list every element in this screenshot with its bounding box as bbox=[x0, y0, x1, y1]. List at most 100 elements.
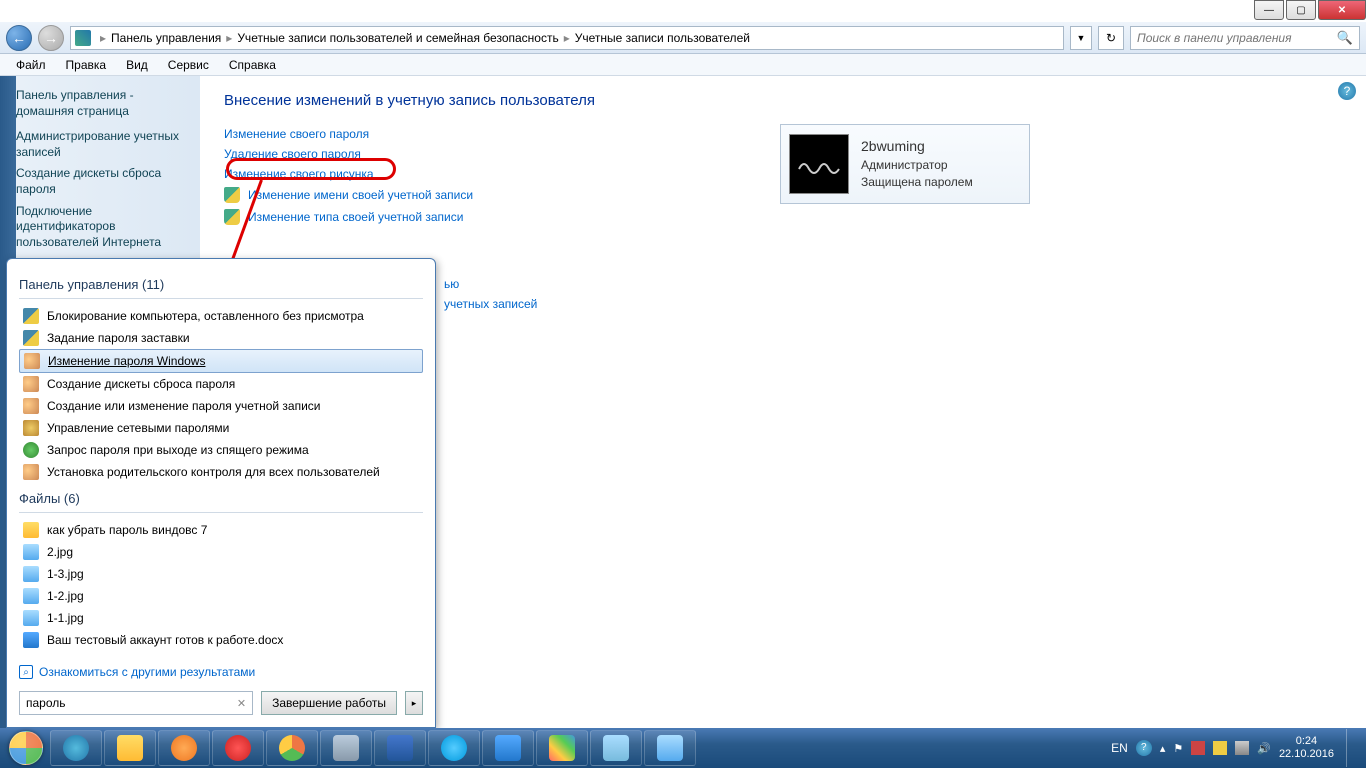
tray-icon[interactable] bbox=[1191, 741, 1205, 755]
start-file-label: как убрать пароль виндовс 7 bbox=[47, 523, 207, 537]
shutdown-button[interactable]: Завершение работы bbox=[261, 691, 397, 715]
taskbar-chrome[interactable] bbox=[266, 730, 318, 766]
chrome-icon bbox=[279, 735, 305, 761]
show-desktop-button[interactable] bbox=[1346, 729, 1356, 767]
shutdown-menu-arrow[interactable]: ▸ bbox=[405, 691, 423, 715]
start-result-item[interactable]: Создание или изменение пароля учетной за… bbox=[19, 395, 423, 417]
paint-icon bbox=[549, 735, 575, 761]
search-box[interactable]: 🔍 bbox=[1130, 26, 1360, 50]
help-icon[interactable]: ? bbox=[1338, 82, 1356, 100]
start-result-label: Управление сетевыми паролями bbox=[47, 421, 229, 435]
start-result-label: Изменение пароля Windows bbox=[48, 354, 205, 368]
sidebar-header[interactable]: Панель управления - домашняя страница bbox=[16, 88, 190, 119]
start-file-item[interactable]: 1-2.jpg bbox=[19, 585, 423, 607]
address-dropdown[interactable]: ▼ bbox=[1070, 26, 1092, 50]
page-title: Внесение изменений в учетную запись поль… bbox=[224, 92, 1342, 109]
task-link[interactable]: Изменение своего рисунка bbox=[224, 167, 374, 181]
start-result-item[interactable]: Создание дискеты сброса пароля bbox=[19, 373, 423, 395]
explorer-icon bbox=[117, 735, 143, 761]
more-results-link[interactable]: Ознакомиться с другими результатами bbox=[39, 665, 255, 679]
taskbar-opera[interactable] bbox=[212, 730, 264, 766]
start-section-header: Файлы (6) bbox=[19, 491, 423, 506]
img-icon bbox=[23, 566, 39, 582]
maximize-button[interactable]: ▢ bbox=[1286, 0, 1316, 20]
address-bar[interactable]: ▸ Панель управления ▸ Учетные записи пол… bbox=[70, 26, 1064, 50]
menu-tools[interactable]: Сервис bbox=[160, 56, 217, 74]
menu-view[interactable]: Вид bbox=[118, 56, 156, 74]
start-file-item[interactable]: как убрать пароль виндовс 7 bbox=[19, 519, 423, 541]
action-center-icon[interactable]: ⚑ bbox=[1173, 742, 1183, 755]
sidebar-item[interactable]: Подключение идентификаторов пользователе… bbox=[16, 204, 190, 251]
task-item-partial: ью bbox=[444, 277, 1342, 291]
start-file-item[interactable]: 1-1.jpg bbox=[19, 607, 423, 629]
taskbar-ie[interactable] bbox=[50, 730, 102, 766]
start-file-item[interactable]: Ваш тестовый аккаунт готов к работе.docx bbox=[19, 629, 423, 651]
refresh-button[interactable]: ↻ bbox=[1098, 26, 1124, 50]
task-link[interactable]: ью bbox=[444, 277, 459, 291]
volume-icon[interactable]: 🔊 bbox=[1257, 742, 1271, 755]
start-result-item[interactable]: Установка родительского контроля для все… bbox=[19, 461, 423, 483]
start-menu: Панель управления (11) Блокирование комп… bbox=[6, 258, 436, 728]
taskbar-skype[interactable] bbox=[428, 730, 480, 766]
taskbar-app[interactable] bbox=[320, 730, 372, 766]
start-result-item[interactable]: Изменение пароля Windows bbox=[19, 349, 423, 373]
task-link[interactable]: Изменение типа своей учетной записи bbox=[248, 210, 463, 224]
sidebar-item[interactable]: Создание дискеты сброса пароля bbox=[16, 166, 190, 197]
start-result-item[interactable]: Запрос пароля при выходе из спящего режи… bbox=[19, 439, 423, 461]
doc-icon bbox=[23, 632, 39, 648]
taskbar-word[interactable] bbox=[482, 730, 534, 766]
start-section-header: Панель управления (11) bbox=[19, 277, 423, 292]
taskbar: EN ? ▴ ⚑ 🔊 0:24 22.10.2016 bbox=[0, 728, 1366, 768]
start-menu-bottom: ✕ Завершение работы ▸ bbox=[19, 681, 423, 715]
taskbar-paint[interactable] bbox=[536, 730, 588, 766]
task-link[interactable]: Удаление своего пароля bbox=[224, 147, 361, 161]
network-icon[interactable] bbox=[1235, 741, 1249, 755]
date: 22.10.2016 bbox=[1279, 748, 1334, 761]
users-icon bbox=[24, 353, 40, 369]
start-file-item[interactable]: 1-3.jpg bbox=[19, 563, 423, 585]
language-indicator[interactable]: EN bbox=[1111, 741, 1128, 755]
start-search-field[interactable]: ✕ bbox=[19, 691, 253, 715]
breadcrumb[interactable]: Учетные записи пользователей и семейная … bbox=[237, 31, 558, 45]
task-link[interactable]: Изменение своего пароля bbox=[224, 127, 369, 141]
taskbar-wmp[interactable] bbox=[158, 730, 210, 766]
system-tray: EN ? ▴ ⚑ 🔊 0:24 22.10.2016 bbox=[1111, 729, 1362, 767]
start-result-item[interactable]: Задание пароля заставки bbox=[19, 327, 423, 349]
taskbar-folder[interactable] bbox=[590, 730, 642, 766]
start-button[interactable] bbox=[4, 730, 48, 766]
user-role: Администратор bbox=[861, 157, 973, 174]
task-link[interactable]: Изменение имени своей учетной записи bbox=[248, 188, 473, 202]
breadcrumb[interactable]: Учетные записи пользователей bbox=[575, 31, 750, 45]
taskbar-pictures[interactable] bbox=[644, 730, 696, 766]
start-file-item[interactable]: 2.jpg bbox=[19, 541, 423, 563]
windows-orb-icon bbox=[9, 731, 43, 765]
taskbar-explorer[interactable] bbox=[104, 730, 156, 766]
clock[interactable]: 0:24 22.10.2016 bbox=[1279, 735, 1334, 761]
minimize-button[interactable]: — bbox=[1254, 0, 1284, 20]
tray-arrow-icon[interactable]: ▴ bbox=[1160, 742, 1166, 755]
taskbar-save[interactable] bbox=[374, 730, 426, 766]
start-result-item[interactable]: Управление сетевыми паролями bbox=[19, 417, 423, 439]
opera-icon bbox=[225, 735, 251, 761]
help-tray-icon[interactable]: ? bbox=[1136, 740, 1152, 756]
shield-icon bbox=[23, 308, 39, 324]
clear-search-icon[interactable]: ✕ bbox=[237, 697, 246, 710]
tray-icon[interactable] bbox=[1213, 741, 1227, 755]
breadcrumb[interactable]: Панель управления bbox=[111, 31, 221, 45]
start-result-label: Запрос пароля при выходе из спящего режи… bbox=[47, 443, 309, 457]
menu-bar: Файл Правка Вид Сервис Справка bbox=[0, 54, 1366, 76]
menu-file[interactable]: Файл bbox=[8, 56, 54, 74]
search-input[interactable] bbox=[1137, 31, 1337, 45]
img-icon bbox=[23, 610, 39, 626]
start-result-item[interactable]: Блокирование компьютера, оставленного бе… bbox=[19, 305, 423, 327]
menu-edit[interactable]: Правка bbox=[58, 56, 115, 74]
back-button[interactable]: ← bbox=[6, 25, 32, 51]
users-icon bbox=[23, 376, 39, 392]
start-search-input[interactable] bbox=[26, 696, 237, 710]
search-icon[interactable]: 🔍 bbox=[1337, 30, 1353, 46]
menu-help[interactable]: Справка bbox=[221, 56, 284, 74]
task-link[interactable]: учетных записей bbox=[444, 297, 537, 311]
close-button[interactable]: ✕ bbox=[1318, 0, 1366, 20]
sidebar-item[interactable]: Администрирование учетных записей bbox=[16, 129, 190, 160]
forward-button[interactable]: → bbox=[38, 25, 64, 51]
